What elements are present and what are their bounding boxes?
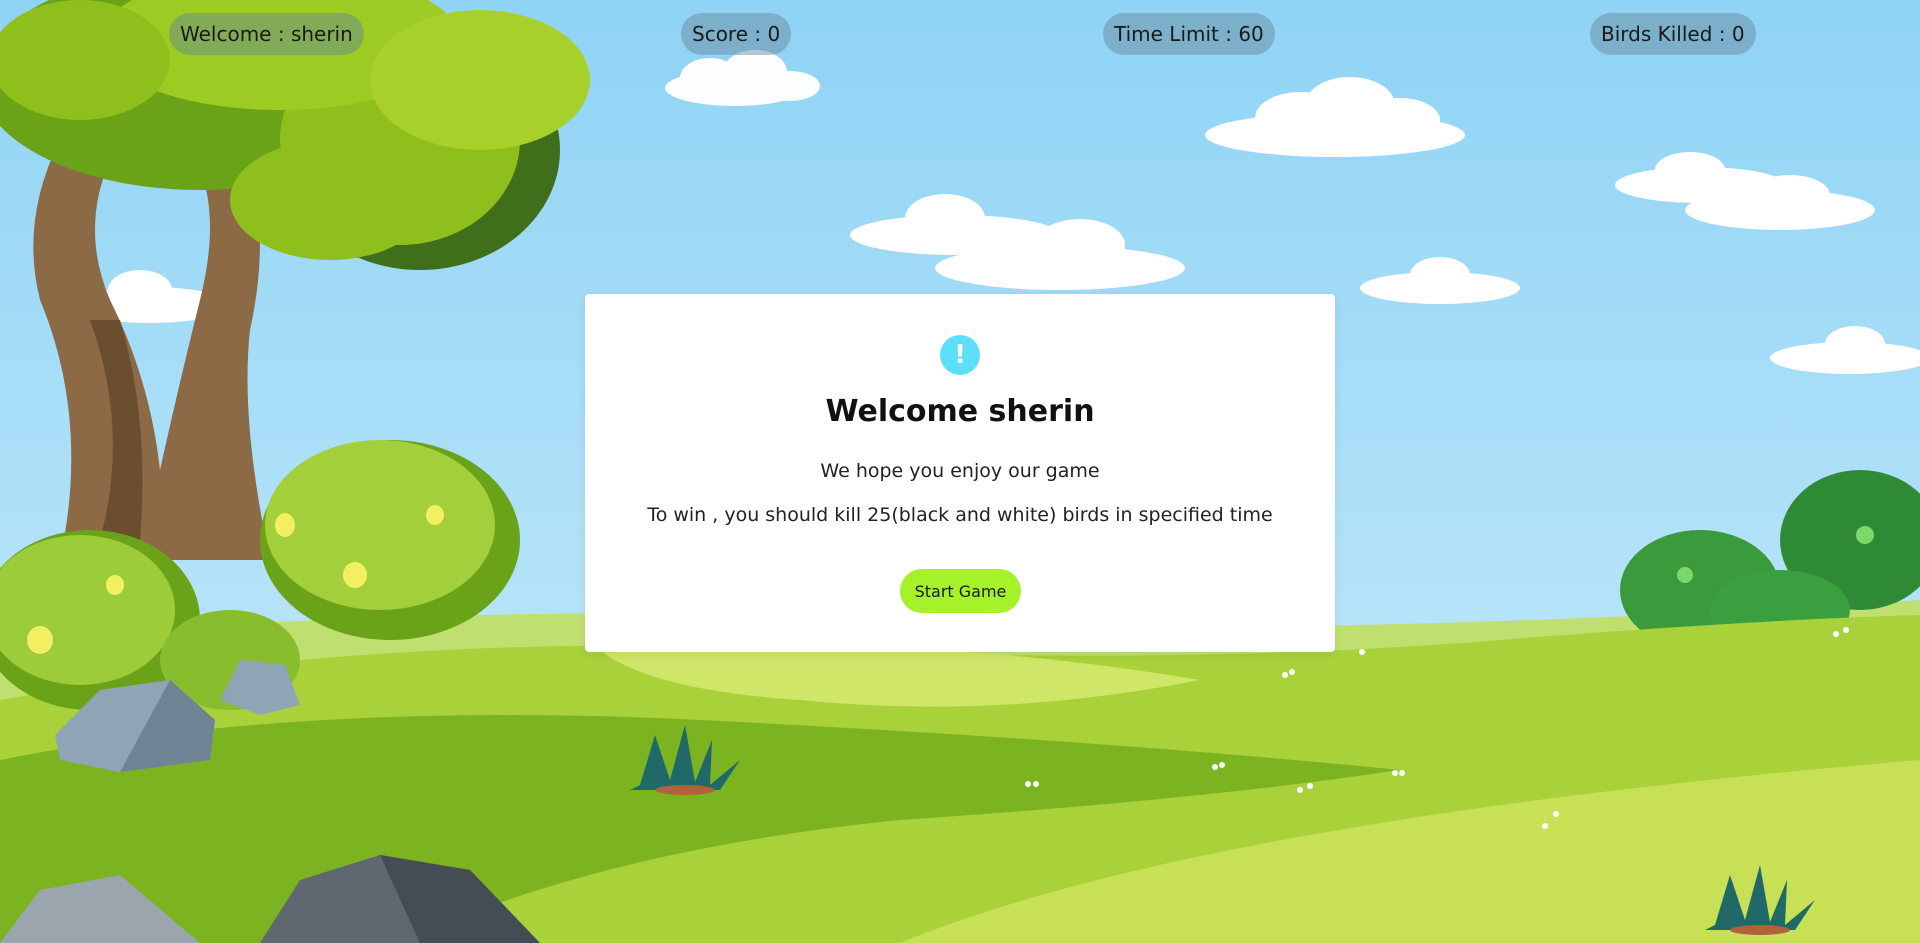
exclamation-icon: ! xyxy=(940,335,980,375)
modal-instructions: To win , you should kill 25(black and wh… xyxy=(647,504,1273,526)
hud-welcome: Welcome : sherin xyxy=(169,13,364,55)
hud-time-limit: Time Limit : 60 xyxy=(1103,13,1275,55)
welcome-modal: ! Welcome sherin We hope you enjoy our g… xyxy=(585,294,1335,652)
modal-message: We hope you enjoy our game xyxy=(820,460,1100,482)
game-scene[interactable]: Welcome : sherin Score : 0 Time Limit : … xyxy=(0,0,1920,943)
hud-birds-killed: Birds Killed : 0 xyxy=(1590,13,1756,55)
hud-score: Score : 0 xyxy=(681,13,792,55)
start-game-button[interactable]: Start Game xyxy=(900,569,1021,613)
modal-title: Welcome sherin xyxy=(825,394,1095,429)
